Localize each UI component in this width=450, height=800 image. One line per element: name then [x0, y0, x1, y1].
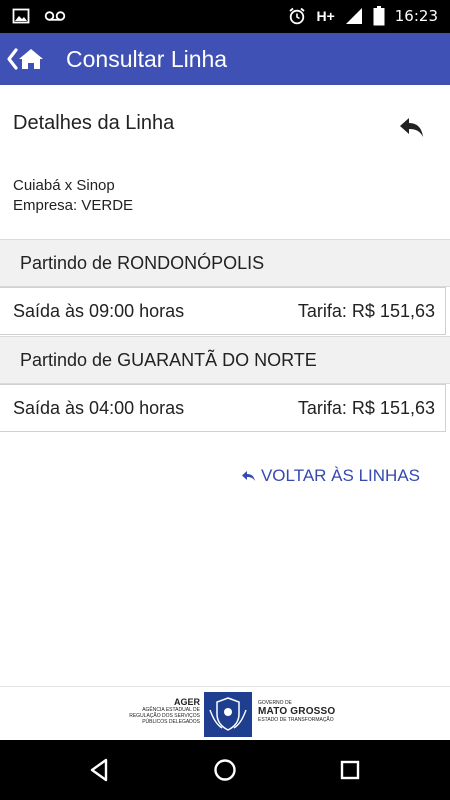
battery-icon — [373, 6, 385, 26]
image-icon — [12, 8, 30, 24]
departure-time: Saída às 04:00 horas — [13, 398, 185, 418]
voicemail-icon — [44, 11, 66, 21]
footer-logos: AGER AGÊNCIA ESTADUAL DE REGULAÇÃO DOS S… — [0, 686, 450, 740]
coat-of-arms-icon — [209, 697, 247, 731]
departure-time: Saída às 09:00 horas — [13, 301, 185, 321]
page-title: Consultar Linha — [66, 45, 228, 72]
departure-section-header: Partindo de GUARANTÃ DO NORTE — [0, 336, 450, 384]
clock: 16:23 — [394, 7, 438, 25]
signal-icon — [345, 8, 362, 24]
departure-row[interactable]: Saída às 09:00 horas Tarifa: R$ 151,63 — [0, 287, 446, 335]
reply-arrow-icon[interactable] — [397, 112, 427, 142]
details-header: Detalhes da Linha — [13, 112, 433, 142]
app-bar: Consultar Linha — [0, 33, 450, 85]
back-triangle-icon[interactable] — [86, 756, 114, 784]
route-name: Cuiabá x Sinop — [13, 177, 115, 194]
government-logo: GOVERNO DE MATO GROSSO ESTADO DE TRANSFO… — [258, 700, 336, 723]
route-info: Cuiabá x Sinop Empresa: VERDE — [13, 176, 133, 216]
departure-fare: Tarifa: R$ 151,63 — [297, 301, 435, 321]
back-home-button[interactable] — [6, 39, 52, 79]
network-type: H+ — [316, 8, 335, 24]
recents-square-icon[interactable] — [336, 756, 364, 784]
coat-of-arms-emblem — [204, 692, 252, 737]
reply-small-icon — [241, 471, 255, 481]
back-to-lines-label: VOLTAR ÀS LINHAS — [260, 466, 420, 485]
departure-fare: Tarifa: R$ 151,63 — [297, 398, 435, 418]
departure-origin: Partindo de GUARANTÃ DO NORTE — [20, 350, 317, 370]
alarm-icon — [289, 7, 306, 25]
ager-logo: AGER AGÊNCIA ESTADUAL DE REGULAÇÃO DOS S… — [129, 697, 200, 725]
navigation-bar — [0, 740, 450, 800]
back-to-lines-link[interactable]: VOLTAR ÀS LINHAS — [241, 466, 420, 486]
details-heading: Detalhes da Linha — [13, 112, 175, 134]
home-circle-icon[interactable] — [211, 756, 239, 784]
back-home-icon — [7, 48, 43, 70]
company-name: Empresa: VERDE — [13, 197, 134, 214]
departure-section-header: Partindo de RONDONÓPOLIS — [0, 239, 450, 287]
departure-origin: Partindo de RONDONÓPOLIS — [20, 253, 265, 273]
departure-row[interactable]: Saída às 04:00 horas Tarifa: R$ 151,63 — [0, 384, 446, 432]
status-bar: H+ 16:23 — [0, 0, 450, 33]
